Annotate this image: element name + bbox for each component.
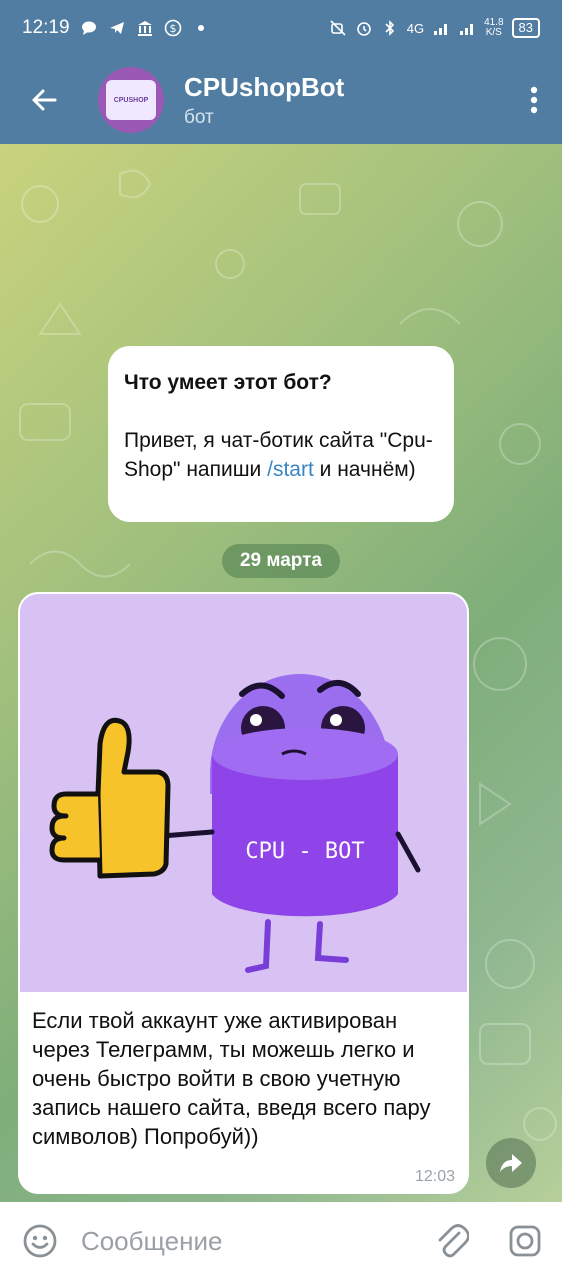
avatar-logo: CPUSHOP [106, 80, 156, 120]
chat-area[interactable]: Что умеет этот бот? Привет, я чат-ботик … [0, 144, 562, 1202]
message-input-bar [0, 1202, 562, 1280]
share-icon [500, 1154, 522, 1172]
camera-icon [510, 1225, 541, 1257]
message-time: 12:03 [414, 1168, 455, 1185]
cpu-bot-illustration: CPU - BOT [49, 674, 421, 973]
speed-unit: K/S [485, 27, 502, 38]
back-arrow-icon [32, 89, 57, 111]
status-time: 12:19 [22, 17, 70, 38]
bot-info-card: Что умеет этот бот? Привет, я чат-ботик … [108, 346, 454, 522]
svg-text:$: $ [169, 22, 176, 35]
start-command-link[interactable]: /start [267, 458, 314, 481]
more-options-button[interactable] [506, 56, 562, 144]
info-card-text-end: и начнём) [313, 458, 416, 481]
chat-title: CPUshopBot [184, 71, 345, 102]
info-card-title: Что умеет этот бот? [124, 371, 332, 394]
bluetooth-icon [385, 20, 394, 36]
message-input[interactable] [80, 1225, 416, 1257]
mute-icon [330, 20, 346, 36]
date-separator: 29 марта [222, 544, 340, 578]
message-bubble[interactable]: CPU - BOT Если твой аккаунт уже активиро… [18, 592, 469, 1194]
share-button[interactable] [486, 1138, 536, 1188]
signal-icon [434, 24, 448, 35]
mascot-label: CPU - BOT [245, 839, 364, 864]
attach-icon [439, 1224, 470, 1258]
chat-header: CPUSHOP CPUshopBot бот [0, 56, 562, 144]
signal-2-icon [460, 24, 474, 35]
camera-button[interactable] [489, 1202, 562, 1280]
bank-notification-icon [137, 21, 152, 36]
thumbs-up-icon [49, 717, 171, 879]
emoji-icon [24, 1224, 57, 1258]
status-bar: 12:19 $ 4G 41.8 K/S 83 [0, 0, 562, 56]
emoji-button[interactable] [0, 1202, 81, 1280]
network-speed: 41.8 K/S [484, 18, 503, 38]
alarm-icon [356, 22, 371, 36]
dot-icon [197, 25, 204, 31]
battery-indicator: 83 [511, 18, 540, 38]
telegram-notification-icon [109, 22, 124, 34]
attach-button[interactable] [416, 1202, 489, 1280]
chat-subtitle: бот [184, 106, 214, 128]
network-type: 4G [406, 20, 425, 36]
dollar-notification-icon: $ [164, 19, 181, 37]
back-button[interactable] [0, 56, 88, 144]
message-text: Если твой аккаунт уже активирован через … [32, 1008, 431, 1149]
message-image[interactable]: CPU - BOT [20, 594, 467, 992]
info-card-body: Привет, я чат-ботик сайта "Cpu-Shop" нап… [124, 426, 438, 484]
more-vertical-icon [530, 86, 538, 114]
chat-notification-icon [81, 21, 96, 35]
chat-title-block[interactable]: CPUshopBot бот [184, 72, 344, 129]
bot-avatar[interactable]: CPUSHOP [98, 67, 164, 133]
